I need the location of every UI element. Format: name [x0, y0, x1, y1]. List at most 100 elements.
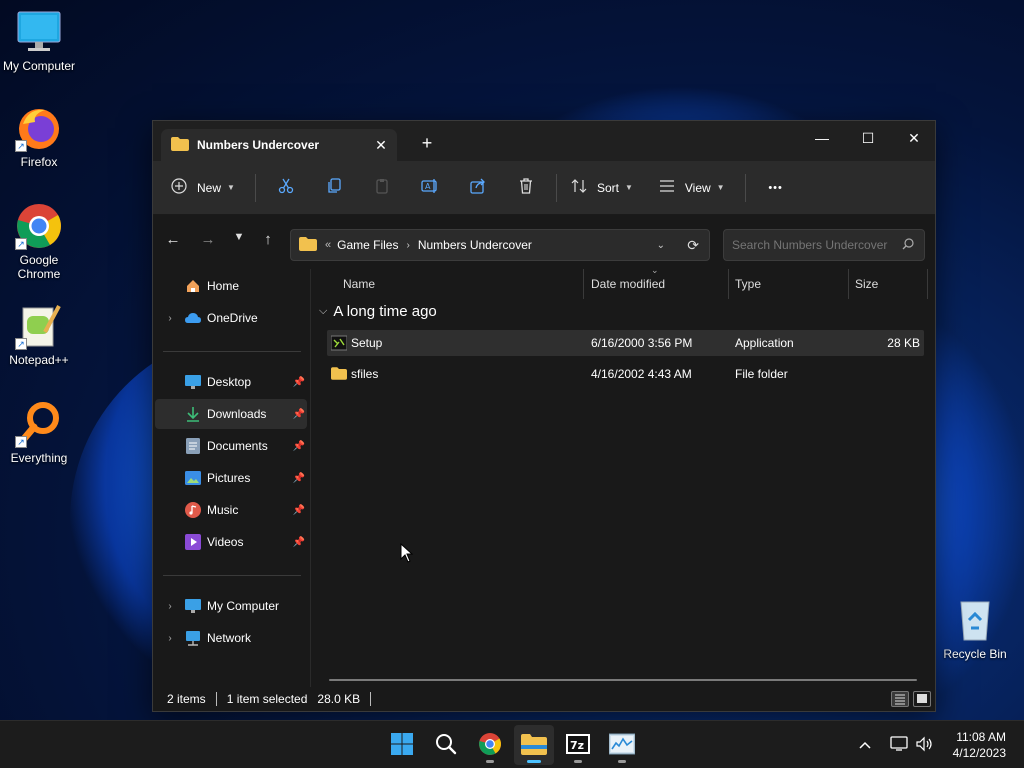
new-tab-button[interactable]: +: [417, 133, 437, 154]
taskbar-file-explorer[interactable]: [514, 725, 554, 765]
desktop-icon-my-computer[interactable]: My Computer: [0, 8, 78, 73]
column-separator[interactable]: [927, 269, 928, 299]
svg-text:7z: 7z: [570, 739, 584, 752]
search-input[interactable]: [732, 238, 902, 252]
running-indicator: [486, 760, 494, 763]
desktop-icon-label: Notepad++: [9, 353, 69, 367]
documents-icon: [185, 438, 201, 454]
desktop-icon-chrome[interactable]: ↗ Google Chrome: [0, 202, 78, 281]
arrow-up-icon: ↑: [264, 231, 272, 248]
nav-item-network[interactable]: › Network: [155, 623, 307, 653]
overflow-crumbs-button[interactable]: «: [325, 239, 331, 251]
details-view-button[interactable]: [891, 691, 909, 707]
nav-item-onedrive[interactable]: › OneDrive: [155, 303, 307, 333]
folder-icon: [331, 367, 347, 383]
nav-item-desktop[interactable]: Desktop 📌: [155, 367, 307, 397]
details-view-icon: [892, 694, 908, 709]
delete-button[interactable]: [502, 172, 550, 204]
column-separator[interactable]: [848, 269, 849, 299]
copy-button[interactable]: [310, 172, 358, 204]
desktop-icon-firefox[interactable]: ↗ Firefox: [0, 104, 78, 169]
file-row-sfiles[interactable]: sfiles 4/16/2002 4:43 AM File folder: [327, 361, 924, 387]
taskbar-resource-monitor[interactable]: [602, 725, 642, 765]
tray-overflow-button[interactable]: [858, 721, 872, 768]
desktop-icon-label: Google Chrome: [17, 253, 61, 281]
nav-label: Home: [207, 279, 240, 293]
column-separator[interactable]: [728, 269, 729, 299]
sort-indicator-icon: ⌄: [651, 265, 659, 275]
start-icon: [390, 732, 414, 759]
column-header-name[interactable]: Name: [343, 269, 375, 299]
horizontal-scrollbar[interactable]: [329, 679, 917, 681]
breadcrumb-game-files[interactable]: Game Files: [337, 238, 398, 252]
sort-button[interactable]: Sort ▼: [563, 172, 645, 204]
onedrive-icon: [185, 310, 201, 326]
forward-button[interactable]: →: [196, 231, 220, 253]
desktop-icon-notepadpp[interactable]: ↗ Notepad++: [0, 302, 78, 367]
nav-item-my-computer[interactable]: › My Computer: [155, 591, 307, 621]
toolbar-separator: [555, 173, 557, 202]
nav-item-pictures[interactable]: Pictures 📌: [155, 463, 307, 493]
cut-button[interactable]: [262, 172, 310, 204]
nav-item-videos[interactable]: Videos 📌: [155, 527, 307, 557]
file-type: Application: [735, 336, 794, 350]
refresh-button[interactable]: ⟳: [687, 237, 699, 254]
minimize-button[interactable]: —: [799, 123, 845, 153]
7zip-icon: 7z: [566, 732, 590, 759]
file-row-setup[interactable]: Setup 6/16/2000 3:56 PM Application 28 K…: [327, 330, 924, 356]
group-label: A long time ago: [333, 303, 437, 320]
column-separator[interactable]: [583, 269, 584, 299]
tiles-view-button[interactable]: [913, 691, 931, 707]
search-box[interactable]: [723, 229, 925, 261]
close-button[interactable]: ✕: [891, 123, 937, 153]
arrow-right-icon: →: [200, 231, 216, 248]
view-label: View: [684, 180, 711, 195]
clock[interactable]: 11:08 AM 4/12/2023: [953, 729, 1006, 761]
status-item-count: 2 items: [167, 692, 206, 706]
taskbar-search-button[interactable]: [426, 725, 466, 765]
more-options-button[interactable]: •••: [752, 172, 800, 204]
up-button[interactable]: ↑: [256, 231, 280, 253]
column-header-type[interactable]: Type: [735, 269, 761, 299]
active-indicator: [527, 760, 541, 763]
paste-button[interactable]: [358, 172, 406, 204]
nav-separator: [163, 575, 301, 576]
group-header[interactable]: ⌵ A long time ago: [319, 303, 437, 320]
taskbar-7zip[interactable]: 7z: [558, 725, 598, 765]
nav-item-home[interactable]: Home: [155, 271, 307, 301]
chevron-right-icon[interactable]: ›: [163, 633, 177, 644]
rename-button[interactable]: A: [406, 172, 454, 204]
tiles-view-icon: [914, 694, 930, 709]
volume-button[interactable]: [915, 721, 935, 768]
column-header-size[interactable]: Size: [855, 269, 878, 299]
pin-icon: 📌: [292, 440, 305, 452]
address-history-dropdown[interactable]: ⌄: [657, 240, 665, 251]
back-button[interactable]: ←: [161, 231, 185, 253]
nav-label: Network: [207, 631, 252, 645]
nav-item-music[interactable]: Music 📌: [155, 495, 307, 525]
taskbar-chrome[interactable]: [470, 725, 510, 765]
tab-close-button[interactable]: ✕: [369, 137, 393, 154]
search-icon: [902, 237, 914, 253]
breadcrumb-numbers-undercover[interactable]: Numbers Undercover: [418, 238, 532, 252]
nav-item-documents[interactable]: Documents 📌: [155, 431, 307, 461]
pin-icon: 📌: [292, 408, 305, 420]
view-button[interactable]: View ▼: [645, 172, 739, 204]
nav-item-downloads[interactable]: Downloads 📌: [155, 399, 307, 429]
new-button[interactable]: New ▼: [171, 172, 249, 204]
application-icon: [330, 335, 348, 354]
desktop-icon-everything[interactable]: ↗ Everything: [0, 400, 78, 465]
copy-icon: [326, 178, 342, 197]
desktop-icon-recycle-bin[interactable]: Recycle Bin: [936, 596, 1014, 661]
maximize-button[interactable]: ☐: [845, 123, 891, 153]
share-button[interactable]: [454, 172, 502, 204]
address-bar[interactable]: « Game Files › Numbers Undercover ⌄ ⟳: [290, 229, 710, 261]
tab-numbers-undercover[interactable]: Numbers Undercover ✕: [161, 129, 397, 161]
nav-label: My Computer: [207, 599, 280, 613]
recent-locations-button[interactable]: ▼: [227, 231, 251, 253]
search-icon: [435, 733, 457, 758]
network-status-button[interactable]: [890, 721, 910, 768]
start-button[interactable]: [382, 725, 422, 765]
chevron-right-icon[interactable]: ›: [163, 313, 177, 324]
chevron-right-icon[interactable]: ›: [163, 601, 177, 612]
